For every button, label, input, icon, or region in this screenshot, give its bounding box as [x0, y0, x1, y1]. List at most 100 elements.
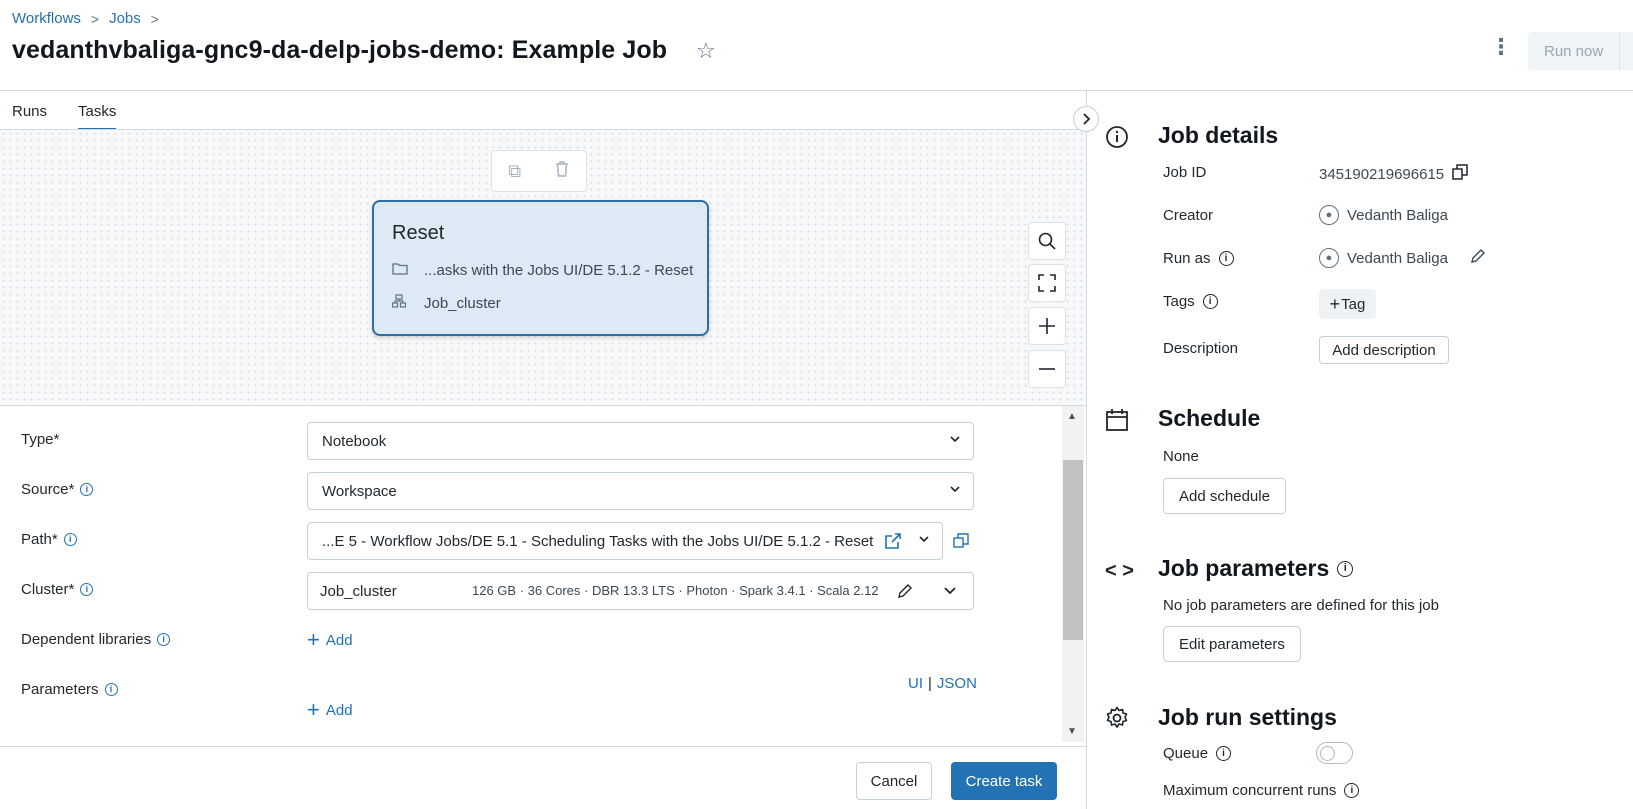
type-label: Type* — [21, 431, 60, 448]
cancel-button[interactable]: Cancel — [856, 762, 932, 800]
chevron-down-icon — [943, 583, 957, 600]
job-run-settings-title: Job run settings — [1158, 704, 1337, 730]
form-scrollbar-thumb[interactable] — [1063, 460, 1083, 640]
tags-label: Tags i — [1163, 293, 1218, 310]
task-node-cluster: Job_cluster — [424, 294, 501, 312]
search-icon[interactable] — [1028, 222, 1066, 260]
calendar-icon — [1105, 408, 1129, 438]
path-value: ...E 5 - Workflow Jobs/DE 5.1 - Scheduli… — [322, 532, 874, 550]
run-now-button[interactable]: Run now — [1528, 32, 1633, 70]
add-library-button[interactable]: + Add — [307, 629, 353, 651]
parameters-ui-link[interactable]: UI — [908, 675, 923, 692]
cluster-icon — [391, 294, 410, 312]
breadcrumb: Workflows > Jobs > — [12, 10, 159, 27]
edit-parameters-button[interactable]: Edit parameters — [1163, 626, 1301, 662]
zoom-out-icon[interactable] — [1028, 350, 1066, 388]
schedule-title: Schedule — [1158, 405, 1261, 431]
task-node-cluster-row: Job_cluster — [391, 294, 501, 312]
info-icon[interactable]: i — [104, 683, 118, 696]
info-icon[interactable]: i — [1216, 746, 1232, 761]
task-node-reset[interactable]: Reset ...asks with the Jobs UI/DE 5.1.2 … — [372, 200, 709, 336]
footer-divider — [0, 746, 1086, 747]
kebab-menu-icon[interactable]: ⋮ — [1490, 36, 1512, 58]
job-parameters-title: Job parameters i — [1158, 555, 1354, 582]
queue-toggle[interactable] — [1316, 742, 1353, 764]
chevron-right-icon: > — [90, 10, 100, 27]
schedule-value: None — [1163, 448, 1199, 465]
type-value: Notebook — [322, 432, 387, 450]
source-value: Workspace — [322, 482, 397, 500]
add-parameter-button[interactable]: + Add — [307, 699, 353, 721]
task-node-path-row: ...asks with the Jobs UI/DE 5.1.2 - Rese… — [392, 262, 693, 279]
job-parameters-empty-text: No job parameters are defined for this j… — [1163, 597, 1439, 614]
info-icon[interactable]: i — [1218, 251, 1234, 266]
chevron-down-icon — [949, 433, 961, 448]
parameters-json-link[interactable]: JSON — [937, 675, 977, 692]
add-description-button[interactable]: Add description — [1319, 336, 1449, 364]
external-link-icon[interactable] — [884, 532, 902, 554]
folder-icon — [392, 262, 410, 279]
job-details-title: Job details — [1158, 122, 1279, 148]
info-icon[interactable]: i — [1337, 560, 1354, 577]
creator-label: Creator — [1163, 207, 1214, 224]
task-node-path: ...asks with the Jobs UI/DE 5.1.2 - Rese… — [424, 262, 694, 279]
dependent-libraries-label: Dependent libraries i — [21, 631, 171, 648]
gear-icon — [1105, 706, 1129, 736]
add-schedule-button[interactable]: Add schedule — [1163, 478, 1286, 514]
source-select[interactable]: Workspace — [307, 472, 974, 510]
job-id-label: Job ID — [1163, 164, 1207, 181]
queue-label: Queue i — [1163, 745, 1232, 762]
plus-icon: + — [307, 697, 320, 722]
run-as-value: ● Vedanth Baliga — [1319, 248, 1486, 268]
parameters-label: Parameters i — [21, 681, 118, 698]
tab-tasks[interactable]: Tasks — [78, 103, 117, 131]
plus-icon: + — [1329, 293, 1341, 314]
info-icon[interactable]: i — [80, 583, 94, 596]
info-icon[interactable]: i — [80, 483, 94, 496]
copy-path-icon[interactable] — [953, 533, 969, 554]
panel-divider — [1086, 91, 1087, 809]
node-toolbar: ⧉ — [491, 150, 587, 192]
scroll-up-icon[interactable]: ▲ — [1067, 411, 1077, 422]
plus-icon: + — [307, 627, 320, 652]
pencil-icon[interactable] — [897, 583, 913, 603]
cluster-select[interactable]: Job_cluster 126 GB · 36 Cores · DBR 13.3… — [307, 572, 974, 610]
chevron-down-icon — [949, 483, 961, 498]
parameters-mode-toggle: UI | JSON — [908, 675, 977, 692]
copy-icon[interactable] — [1452, 164, 1468, 184]
user-avatar-icon: ● — [1319, 205, 1339, 225]
cluster-details: 126 GB · 36 Cores · DBR 13.3 LTS · Photo… — [472, 583, 879, 598]
path-select[interactable]: ...E 5 - Workflow Jobs/DE 5.1 - Scheduli… — [307, 522, 943, 560]
type-select[interactable]: Notebook — [307, 422, 974, 460]
job-id-value: 345190219696615 — [1319, 164, 1468, 184]
tab-bar: Runs Tasks — [12, 103, 117, 131]
tab-runs[interactable]: Runs — [12, 103, 47, 131]
collapse-panel-button[interactable] — [1073, 106, 1099, 132]
run-as-label: Run as i — [1163, 250, 1234, 267]
header-divider — [0, 90, 1633, 91]
info-icon[interactable]: i — [63, 533, 77, 546]
scroll-down-icon[interactable]: ▼ — [1067, 726, 1077, 737]
clone-icon[interactable]: ⧉ — [508, 161, 521, 182]
breadcrumb-workflows[interactable]: Workflows — [12, 10, 81, 27]
info-icon[interactable]: i — [1344, 783, 1360, 798]
creator-value: ● Vedanth Baliga — [1319, 205, 1448, 225]
create-task-button[interactable]: Create task — [951, 762, 1057, 800]
info-icon[interactable]: i — [157, 633, 171, 646]
add-tag-button[interactable]: + Tag — [1319, 289, 1376, 319]
description-label: Description — [1163, 340, 1239, 357]
cluster-name: Job_cluster — [320, 582, 397, 600]
zoom-in-icon[interactable] — [1028, 307, 1066, 345]
fit-view-icon[interactable] — [1028, 264, 1066, 302]
trash-icon[interactable] — [554, 160, 570, 183]
breadcrumb-jobs[interactable]: Jobs — [109, 10, 141, 27]
max-concurrent-runs-label: Maximum concurrent runs i — [1163, 782, 1360, 799]
task-node-name: Reset — [392, 222, 445, 244]
star-icon[interactable]: ☆ — [696, 38, 716, 64]
page-title: vedanthvbaliga-gnc9-da-delp-jobs-demo: E… — [12, 36, 668, 64]
pencil-icon[interactable] — [1470, 248, 1486, 268]
info-icon[interactable]: i — [1202, 294, 1218, 309]
code-icon: < > — [1105, 560, 1134, 582]
info-circle-icon — [1105, 125, 1129, 155]
path-label: Path* i — [21, 531, 77, 548]
